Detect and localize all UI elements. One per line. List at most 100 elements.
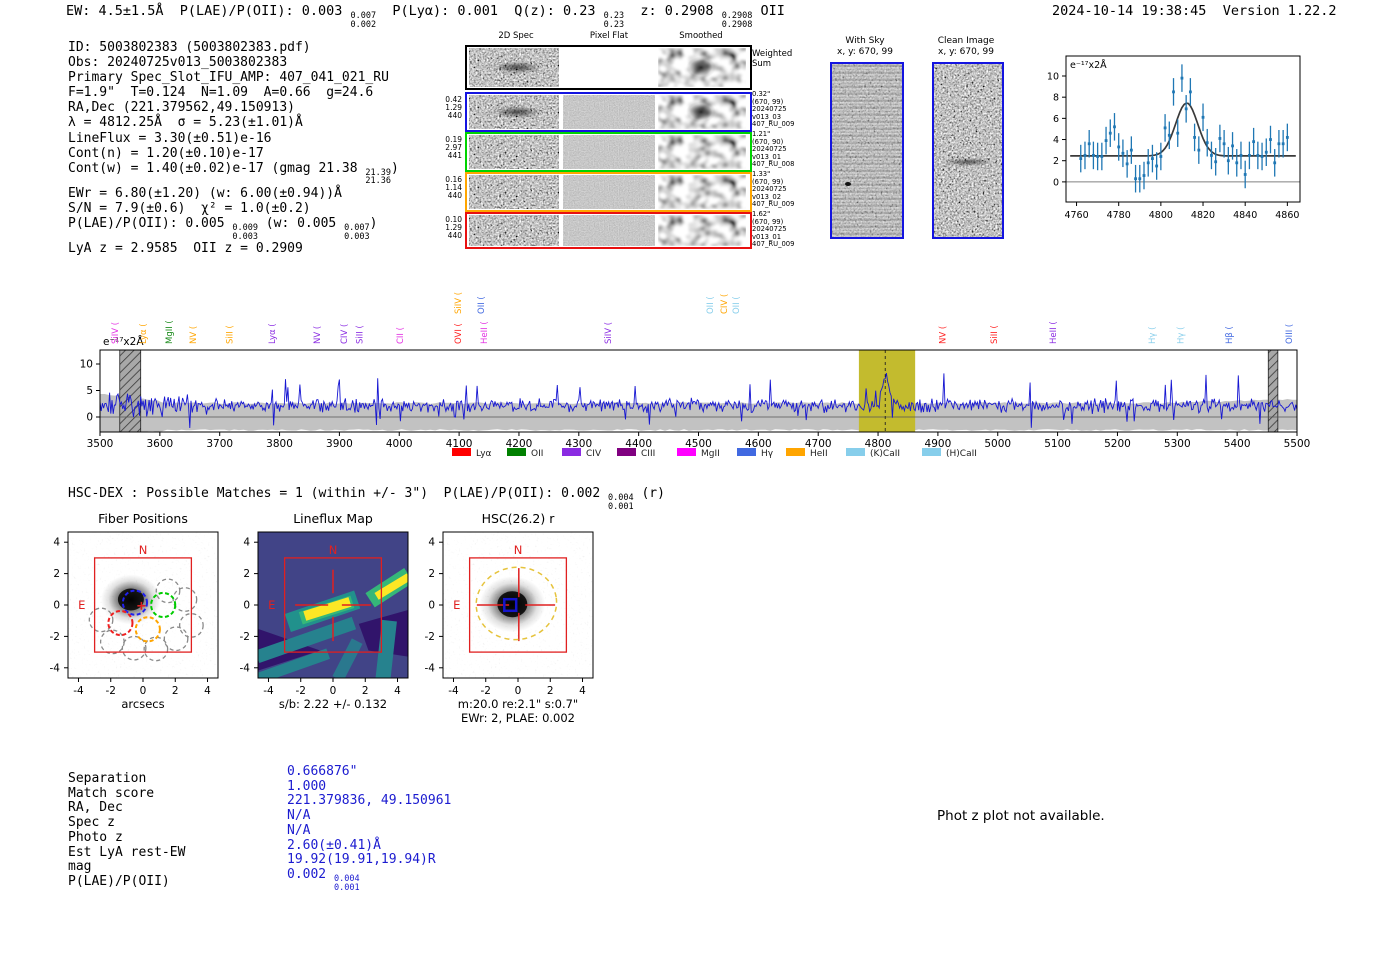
emission-line-fit-chart: 4760478048004820484048600246810e⁻¹⁷x2Å xyxy=(1036,44,1310,232)
svg-text:-2: -2 xyxy=(50,631,60,643)
legend-swatch xyxy=(737,448,756,456)
info-line: P(LAE)/P(OII): 0.005 0.0090.003 (w: 0.00… xyxy=(68,216,399,241)
match-table-value: N/A xyxy=(287,809,451,824)
legend-label: MgII xyxy=(701,449,720,459)
match-table-label: Est LyA rest-EW xyxy=(68,846,185,861)
stacked-uncertainty: 0.0070.003 xyxy=(344,224,370,241)
svg-text:4780: 4780 xyxy=(1107,210,1131,221)
svg-text:4: 4 xyxy=(1053,135,1059,146)
match-table-value: N/A xyxy=(287,824,451,839)
svg-text:3800: 3800 xyxy=(266,438,293,450)
svg-text:4840: 4840 xyxy=(1233,210,1257,221)
match-table-label: P(LAE)/P(OII) xyxy=(68,875,185,890)
match-table-label: mag xyxy=(68,860,185,875)
info-line: ID: 5003802383 (5003802383.pdf) xyxy=(68,40,399,55)
svg-text:0: 0 xyxy=(140,685,147,697)
info-line: S/N = 7.9(±0.6) χ² = 1.0(±0.2) xyxy=(68,201,399,216)
line-label-OII: OII ( xyxy=(732,296,742,314)
col-header-pixelflat: Pixel Flat xyxy=(564,31,654,41)
line-label-SiII: SiII ( xyxy=(225,325,235,344)
match-table-labels: SeparationMatch scoreRA, DecSpec zPhoto … xyxy=(68,772,185,890)
panel-xlabel2: EWr: 2, PLAE: 0.002 xyxy=(461,711,575,725)
match-table-label: Match score xyxy=(68,787,185,802)
svg-text:3900: 3900 xyxy=(326,438,353,450)
info-line: Cont(n) = 1.20(±0.10)e-17 xyxy=(68,146,399,161)
compass-east: E xyxy=(78,598,85,612)
svg-text:0: 0 xyxy=(515,685,522,697)
elixer-report-page: EW: 4.5±1.5Å P(LAE)/P(OII): 0.003 0.0070… xyxy=(0,0,1400,953)
svg-text:4: 4 xyxy=(579,685,586,697)
svg-text:4: 4 xyxy=(243,537,250,549)
summary-header-line: EW: 4.5±1.5Å P(LAE)/P(OII): 0.003 0.0070… xyxy=(66,3,785,29)
clean-image-title-line1: Clean Image xyxy=(924,36,1008,47)
full-spectrum-chart: 3500360037003800390040004100420043004400… xyxy=(0,266,1400,466)
timestamp: 2024-10-14 19:38:45 xyxy=(1052,3,1206,19)
line-label-NV: NV ( xyxy=(313,326,323,344)
svg-text:e⁻¹⁷x2Å: e⁻¹⁷x2Å xyxy=(1070,59,1107,71)
line-label-Hγ: Hγ ( xyxy=(1176,327,1186,344)
svg-text:0: 0 xyxy=(428,600,435,612)
line-label-SiII: SiII ( xyxy=(356,325,366,344)
lineflux-map-panel: Lineflux MapNE-4-2024-4-2024s/b: 2.22 +/… xyxy=(228,510,428,732)
line-label-OII: OII ( xyxy=(706,296,716,314)
legend-label: (K)CaII xyxy=(870,449,900,459)
clean-image-title: Clean Image x, y: 670, 99 xyxy=(924,36,1008,57)
svg-text:3600: 3600 xyxy=(146,438,173,450)
svg-text:-4: -4 xyxy=(263,685,274,697)
match-table-values: 0.666876"1.000221.379836, 49.150961N/AN/… xyxy=(287,765,451,892)
match-table-value: 0.666876" xyxy=(287,765,451,780)
row-exposure-annotation: 1.33"(670, 99)20240725v013_02407_RU_009 xyxy=(752,171,794,209)
line-label-Lyα: Lyα ( xyxy=(139,323,149,344)
line-label-MgII: MgII ( xyxy=(165,320,175,344)
line-label-Hγ: Hγ ( xyxy=(1148,327,1158,344)
svg-text:5400: 5400 xyxy=(1224,438,1251,450)
match-table-value: 19.92(19.91,19.94)R xyxy=(287,853,451,868)
svg-text:2: 2 xyxy=(1053,156,1059,167)
line-label-SiIV: SiIV ( xyxy=(111,322,121,344)
svg-text:-4: -4 xyxy=(448,685,459,697)
selected-line-highlight xyxy=(859,350,915,432)
row-exposure-annotation: 1.21"(670, 90)20240725v013_01407_RU_008 xyxy=(752,131,794,169)
line-label-Hβ: Hβ ( xyxy=(1225,326,1235,344)
col-header-smoothed: Smoothed xyxy=(656,31,746,41)
match-table-label: RA, Dec xyxy=(68,801,185,816)
line-label-OIII: OIII ( xyxy=(1285,324,1295,344)
row-weight-labels: 0.192.97441 xyxy=(430,136,462,160)
info-line: LineFlux = 3.30(±0.51)e-16 xyxy=(68,131,399,146)
legend-label: OII xyxy=(531,449,543,459)
svg-text:5: 5 xyxy=(86,385,93,397)
stacked-uncertainty: 0.29080.2908 xyxy=(722,12,753,29)
svg-text:5300: 5300 xyxy=(1164,438,1191,450)
svg-text:2: 2 xyxy=(547,685,554,697)
line-label-Lyα: Lyα ( xyxy=(268,323,278,344)
line-label-OII: OII ( xyxy=(477,296,487,314)
svg-text:0: 0 xyxy=(243,600,250,612)
svg-text:-2: -2 xyxy=(480,685,490,697)
svg-text:4000: 4000 xyxy=(386,438,413,450)
legend-swatch xyxy=(452,448,471,456)
line-label-CIV: CIV ( xyxy=(720,294,730,314)
spec2d-row-image xyxy=(465,172,752,212)
svg-text:5500: 5500 xyxy=(1284,438,1311,450)
line-label-CIV: CIV ( xyxy=(340,324,350,344)
spec2d-row-image xyxy=(465,45,752,90)
line-label-SiIV: SiIV ( xyxy=(604,322,614,344)
svg-text:2: 2 xyxy=(172,685,179,697)
svg-text:2: 2 xyxy=(428,568,435,580)
stacked-uncertainty: 21.3921.36 xyxy=(365,169,391,186)
panel-title: HSC(26.2) r xyxy=(482,511,556,526)
svg-text:-2: -2 xyxy=(105,685,115,697)
info-line: Cont(w) = 1.40(±0.02)e-17 (gmag 21.38 21… xyxy=(68,161,399,186)
legend-label: CIII xyxy=(641,449,655,459)
legend-label: (H)CaII xyxy=(946,449,977,459)
svg-text:8: 8 xyxy=(1053,93,1059,104)
stacked-uncertainty: 0.0070.002 xyxy=(350,12,376,29)
svg-text:0: 0 xyxy=(86,412,93,424)
line-label-OVI: OVI ( xyxy=(454,323,464,344)
stacked-uncertainty: 0.230.23 xyxy=(604,12,624,29)
clean-cutout-image xyxy=(932,62,1004,239)
info-line: λ = 4812.25Å σ = 5.23(±1.01)Å xyxy=(68,115,399,130)
info-line: EWr = 6.80(±1.20) (w: 6.00(±0.94))Å xyxy=(68,186,399,201)
legend-label: CIV xyxy=(586,449,602,459)
svg-text:3700: 3700 xyxy=(206,438,233,450)
